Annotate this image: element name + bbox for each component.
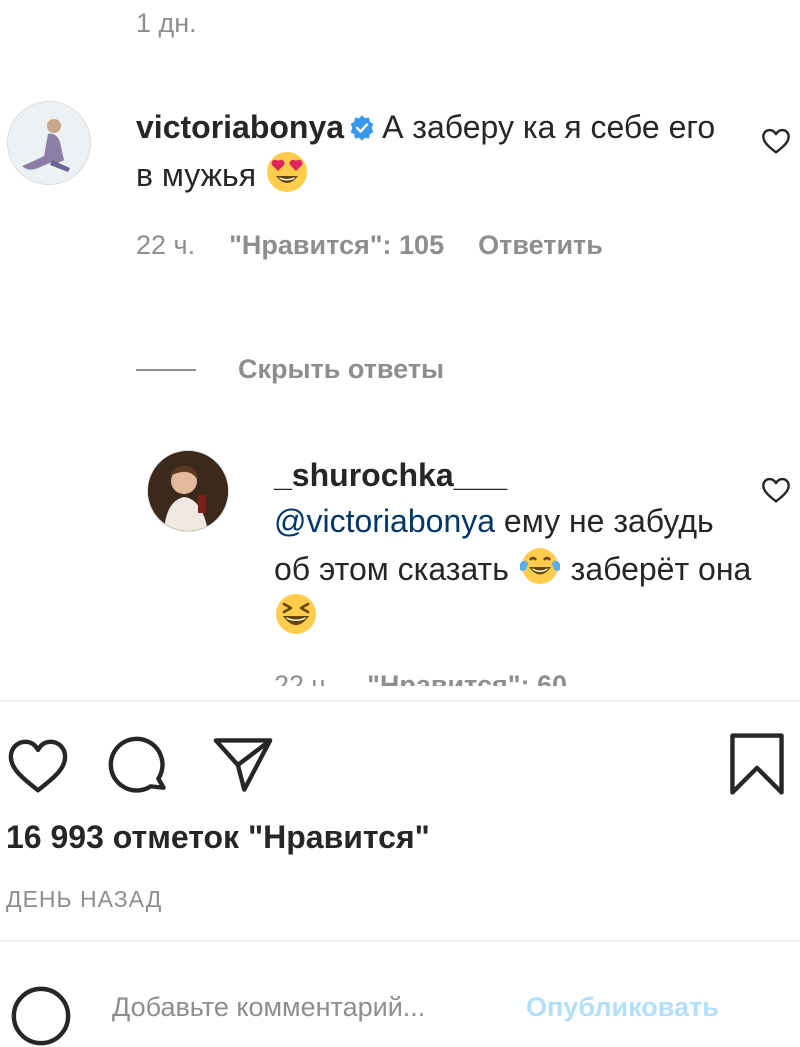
reply-username[interactable]: _shurochka___ xyxy=(274,452,754,498)
reply-time: 22 ч. xyxy=(274,670,334,686)
reply-body-part2: заберёт она xyxy=(561,551,752,587)
comment-time: 22 ч. xyxy=(136,230,196,260)
comment-username[interactable]: victoriabonya xyxy=(136,109,344,145)
comment-meta: 22 ч. "Нравится": 105 Ответить xyxy=(136,230,603,261)
heart-eyes-emoji-icon xyxy=(266,152,307,192)
like-reply-heart-icon[interactable] xyxy=(760,474,792,506)
like-comment-heart-icon[interactable] xyxy=(760,125,792,157)
previous-comment-time: 1 дн. xyxy=(136,8,197,38)
reply-meta: 22 ч. "Нравится": 60 xyxy=(274,662,567,686)
comment-likes[interactable]: "Нравится": 105 xyxy=(229,230,444,261)
avatar-photo xyxy=(148,451,228,531)
share-paper-plane-icon[interactable] xyxy=(212,734,274,796)
mention-link[interactable]: @victoriabonya xyxy=(274,503,495,539)
grinning-squinting-emoji-icon xyxy=(276,594,316,634)
tears-of-joy-emoji-icon xyxy=(519,548,560,584)
post-comment-button[interactable]: Опубликовать xyxy=(526,992,719,1023)
comment: victoriabonya А заберу ка я себе его в м… xyxy=(136,104,736,198)
divider xyxy=(0,700,800,702)
reply-comment: _shurochka___ @victoriabonya ему не забу… xyxy=(274,452,754,640)
emoji-picker-icon[interactable] xyxy=(10,985,72,1047)
add-comment-input[interactable]: Добавьте комментарий... xyxy=(112,992,425,1023)
likes-count[interactable]: 16 993 отметок "Нравится" xyxy=(6,819,430,856)
divider xyxy=(0,940,800,942)
verified-badge-icon xyxy=(350,115,374,141)
avatar[interactable] xyxy=(7,101,91,185)
divider-line xyxy=(136,368,196,371)
comment-bubble-icon[interactable] xyxy=(108,736,170,798)
post-timestamp: ДЕНЬ НАЗАД xyxy=(6,886,163,912)
save-bookmark-icon[interactable] xyxy=(726,733,788,795)
reply-avatar[interactable] xyxy=(147,450,229,532)
reply-button[interactable]: Ответить xyxy=(478,230,603,261)
reply-likes[interactable]: "Нравится": 60 xyxy=(367,662,567,686)
like-heart-icon[interactable] xyxy=(7,736,69,798)
hide-replies-button[interactable]: Скрыть ответы xyxy=(136,354,444,385)
hide-replies-label: Скрыть ответы xyxy=(238,354,445,384)
avatar-photo xyxy=(8,102,90,184)
